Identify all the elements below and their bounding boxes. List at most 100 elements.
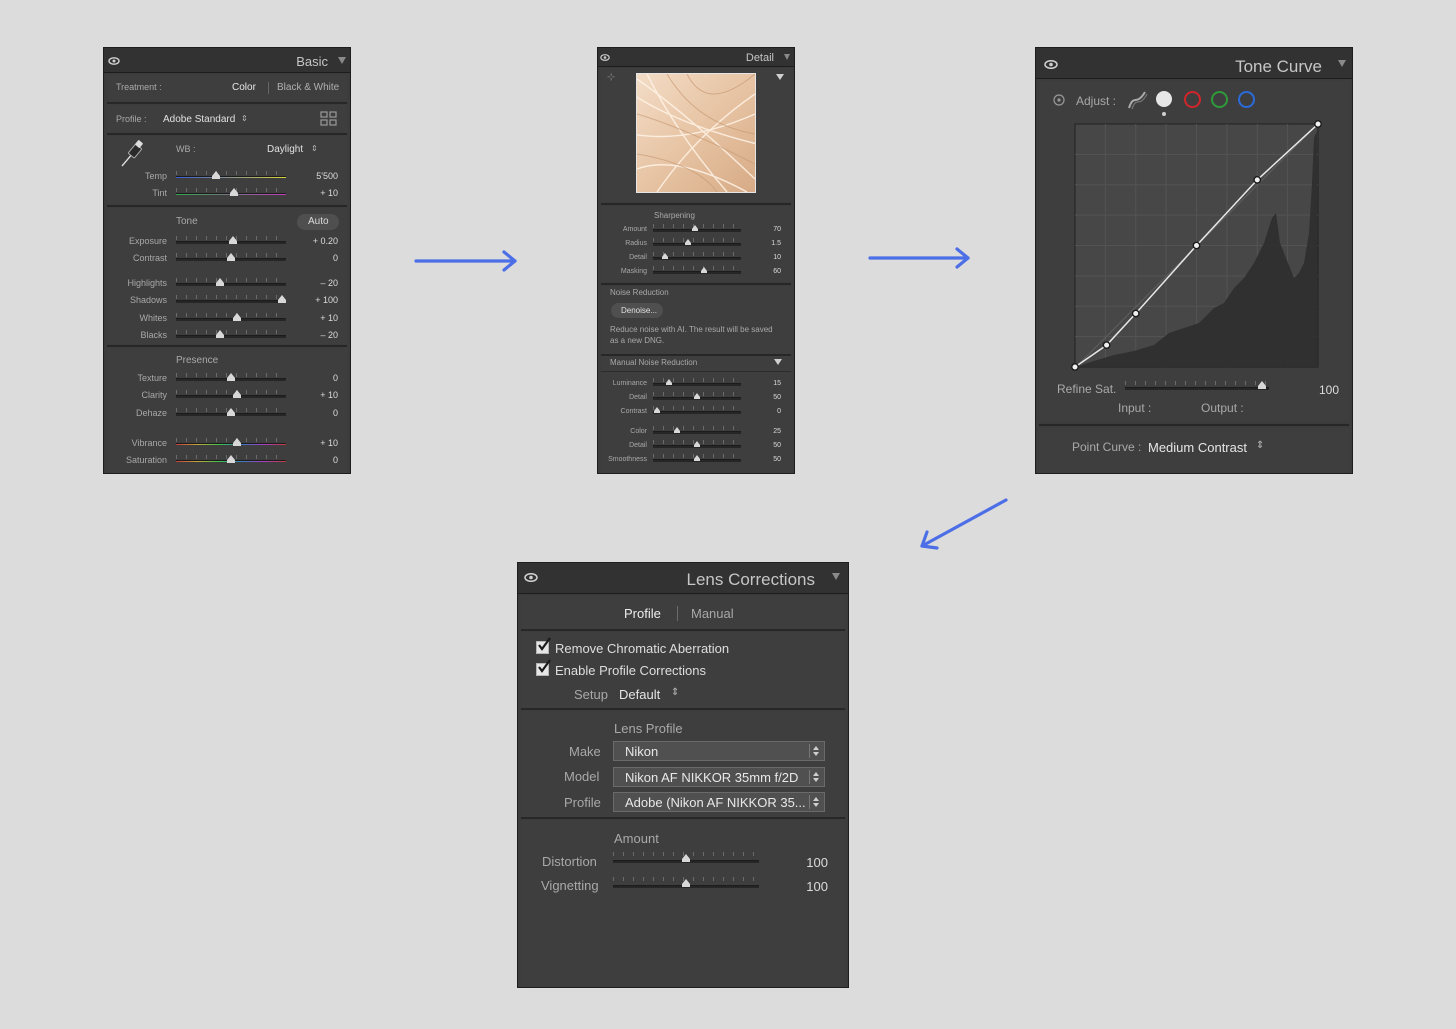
panel-title: Lens Corrections — [686, 570, 815, 589]
curve-control-point[interactable] — [1071, 363, 1079, 371]
treatment-divider — [268, 82, 269, 94]
enable-profile-label[interactable]: Enable Profile Corrections — [555, 664, 706, 677]
eye-icon[interactable] — [1044, 60, 1058, 69]
curve-control-point[interactable] — [1102, 341, 1111, 350]
slider-value: + 100 — [315, 294, 338, 305]
slider-track[interactable] — [176, 300, 286, 303]
slider-label: Contrast — [620, 407, 647, 415]
setup-select[interactable]: Default — [619, 688, 660, 701]
slider-value: 50 — [773, 441, 781, 449]
red-channel-icon[interactable] — [1184, 91, 1201, 108]
slider-value: 0 — [332, 407, 338, 418]
eye-icon[interactable] — [600, 54, 610, 61]
stepper-icon[interactable] — [809, 744, 822, 758]
eyedropper-icon[interactable] — [117, 139, 147, 169]
tone-curve-body: Adjust : Refine Sat. 100 Input : Output … — [1039, 81, 1349, 421]
slider-track[interactable] — [653, 411, 741, 414]
slider-label: Dehaze — [135, 407, 167, 418]
curve-control-point[interactable] — [1192, 241, 1201, 250]
slider-value: 15 — [773, 379, 781, 387]
slider-value: 25 — [773, 427, 781, 435]
collapse-icon[interactable] — [832, 573, 840, 580]
profile-browser-icon[interactable] — [320, 111, 338, 127]
curve-control-point[interactable] — [1131, 309, 1140, 318]
distortion-value: 100 — [806, 855, 828, 870]
slider-value: + 10 — [320, 312, 338, 323]
auto-label[interactable]: Auto — [308, 217, 329, 227]
lens-corrections-header[interactable]: Lens Corrections — [518, 563, 848, 594]
slider-track[interactable] — [653, 431, 741, 434]
slider-value: 0 — [332, 372, 338, 383]
tab-divider — [677, 606, 678, 621]
slider-ticks — [176, 278, 286, 282]
make-value[interactable]: Nikon — [625, 745, 658, 758]
point-curve-select[interactable]: Medium Contrast — [1148, 441, 1247, 454]
stepper-icon[interactable] — [809, 795, 822, 809]
setup-stepper-icon[interactable]: ⇕ — [671, 688, 679, 698]
slider-ticks — [176, 330, 286, 334]
slider-value: 50 — [773, 393, 781, 401]
lens-tabs-row: Profile Manual — [521, 596, 845, 629]
tab-profile[interactable]: Profile — [624, 607, 661, 620]
arrow-tone-curve-to-lens — [920, 498, 1008, 550]
eye-icon[interactable] — [524, 573, 538, 582]
denoise-button-label[interactable]: Denoise... — [621, 307, 657, 315]
curve-control-point[interactable] — [1314, 120, 1322, 128]
profile-label: Profile : — [116, 114, 147, 124]
eye-icon[interactable] — [108, 57, 120, 65]
tone-curve-graph[interactable] — [1071, 120, 1322, 371]
model-value[interactable]: Nikon AF NIKKOR 35mm f/2D — [625, 771, 798, 784]
detail-preview-image — [636, 73, 756, 193]
treatment-bw-button[interactable]: Black & White — [277, 83, 339, 93]
slider-track[interactable] — [176, 395, 286, 398]
manual-noise-label: Manual Noise Reduction — [610, 358, 698, 367]
tone-curve-header[interactable]: Tone Curve — [1036, 48, 1352, 79]
target-icon[interactable]: ⊹ — [607, 73, 615, 83]
slider-label: Radius — [625, 239, 647, 247]
curve-control-point[interactable] — [1253, 175, 1262, 184]
output-label: Output : — [1201, 401, 1244, 415]
preview-menu-icon[interactable] — [776, 74, 784, 80]
distortion-label: Distortion — [542, 854, 597, 869]
profile-value[interactable]: Adobe (Nikon AF NIKKOR 35... — [625, 796, 806, 809]
wb-stepper-icon[interactable]: ⇕ — [311, 145, 318, 153]
slider-track[interactable] — [176, 176, 286, 178]
preview-section: ⊹ — [601, 68, 791, 202]
green-channel-icon[interactable] — [1211, 91, 1228, 108]
slider-track[interactable] — [176, 443, 286, 445]
panel-title: Basic — [296, 54, 328, 69]
slider-track[interactable] — [176, 283, 286, 286]
collapse-icon[interactable] — [1338, 60, 1346, 67]
tone-curve-panel: Tone Curve Adjust : Refine Sat. 100 Inpu… — [1036, 48, 1352, 473]
slider-track[interactable] — [176, 335, 286, 338]
blue-channel-icon[interactable] — [1238, 91, 1255, 108]
basic-panel-header[interactable]: Basic — [104, 48, 350, 73]
profile-stepper-icon[interactable]: ⇕ — [241, 115, 248, 123]
parametric-curve-icon[interactable] — [1126, 89, 1148, 111]
setup-label: Setup — [574, 687, 608, 702]
profile-select[interactable]: Adobe Standard — [163, 115, 235, 125]
arrow-basic-to-detail — [414, 250, 517, 272]
point-curve-stepper-icon[interactable]: ⇕ — [1256, 441, 1264, 451]
refine-sat-track[interactable] — [1125, 387, 1269, 390]
detail-panel: Detail ⊹ Sharpening Noise Reduction Deno… — [598, 48, 794, 473]
detail-panel-header[interactable]: Detail — [598, 48, 794, 67]
collapse-icon[interactable] — [784, 54, 790, 60]
manual-noise-menu-icon[interactable] — [774, 359, 782, 365]
slider-track[interactable] — [653, 271, 741, 274]
slider-value: 60 — [773, 267, 781, 275]
slider-track[interactable] — [176, 318, 286, 321]
target-adjust-icon[interactable] — [1053, 94, 1065, 106]
treatment-color-button[interactable]: Color — [232, 83, 256, 93]
slider-track[interactable] — [653, 243, 741, 246]
slider-label: Texture — [137, 372, 167, 383]
remove-ca-label[interactable]: Remove Chromatic Aberration — [555, 642, 729, 655]
wb-select[interactable]: Daylight — [267, 145, 303, 155]
collapse-icon[interactable] — [338, 57, 346, 64]
stepper-icon[interactable] — [809, 770, 822, 784]
slider-value: 0 — [332, 454, 338, 465]
tab-manual[interactable]: Manual — [691, 607, 734, 620]
amount-section: Amount Distortion 100 Vignetting 100 — [521, 820, 845, 987]
slider-value: 70 — [773, 225, 781, 233]
point-curve-channel-icon[interactable] — [1156, 91, 1172, 107]
